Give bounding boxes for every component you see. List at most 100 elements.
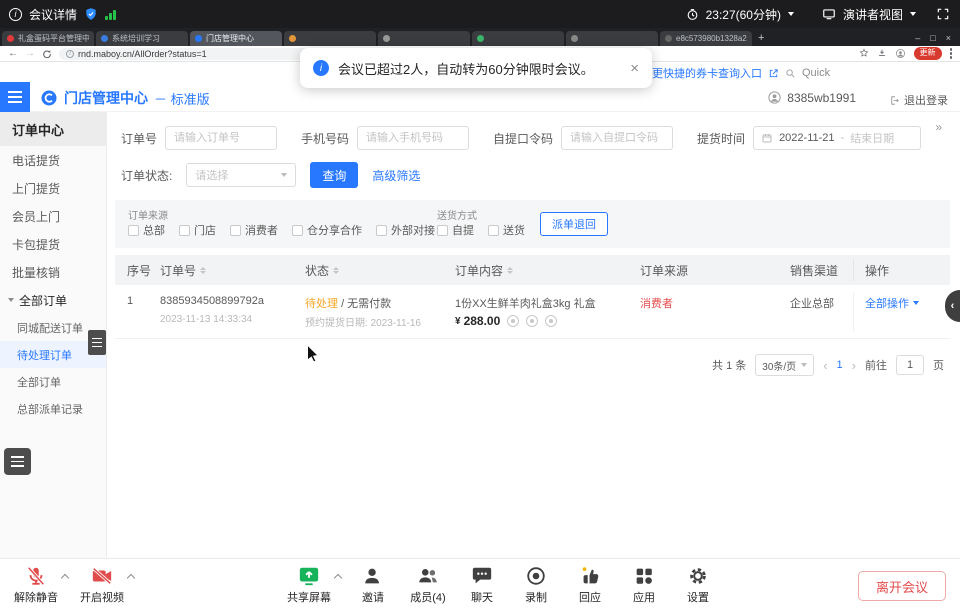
reactions-button[interactable]: 回应 bbox=[561, 565, 619, 605]
browser-tab-active[interactable]: 门店管理中心 bbox=[190, 31, 282, 46]
quick-label[interactable]: Quick bbox=[802, 67, 830, 79]
sidebar-group-all-orders[interactable]: 全部订单 bbox=[0, 286, 106, 314]
new-tab-button[interactable]: + bbox=[758, 32, 764, 44]
toast-close-icon[interactable]: × bbox=[630, 60, 639, 77]
checkbox-external[interactable]: 外部对接 bbox=[376, 222, 435, 238]
goto-page-input[interactable] bbox=[896, 355, 924, 375]
window-minimize-button[interactable]: – bbox=[915, 33, 920, 43]
window-maximize-button[interactable]: □ bbox=[930, 33, 935, 43]
order-status-select[interactable]: 请选择 bbox=[186, 163, 296, 187]
apps-grid-icon bbox=[633, 565, 655, 587]
sidebar-item-card-pickup[interactable]: 卡包提货 bbox=[0, 230, 106, 258]
sidebar-subitem-all-orders[interactable]: 全部订单 bbox=[0, 368, 106, 395]
sort-icon[interactable] bbox=[200, 267, 206, 274]
mouse-cursor bbox=[306, 344, 320, 364]
share-screen-button[interactable]: 共享屏幕 bbox=[280, 565, 338, 605]
sort-icon[interactable] bbox=[333, 267, 339, 274]
pickup-code-input[interactable] bbox=[561, 126, 673, 150]
shield-check-icon[interactable] bbox=[84, 7, 98, 21]
settings-button[interactable]: 设置 bbox=[669, 565, 727, 605]
meeting-toolbar: 解除静音 开启视频 共享屏幕 邀请 bbox=[0, 558, 960, 610]
unmute-button[interactable]: 解除静音 bbox=[7, 565, 65, 605]
url-field[interactable]: i rnd.maboy.cn/AllOrder?status=1 bbox=[59, 48, 339, 60]
app-menu-toggle[interactable] bbox=[0, 82, 30, 112]
browser-tab[interactable]: 系统培训学习 bbox=[96, 31, 188, 46]
floating-list-widget[interactable] bbox=[4, 448, 31, 475]
column-divider bbox=[853, 259, 854, 281]
chrome-update-button[interactable]: 更新 bbox=[914, 47, 942, 59]
meeting-info-icon[interactable]: i bbox=[9, 8, 22, 21]
profile-avatar-icon[interactable] bbox=[895, 48, 906, 59]
site-info-icon[interactable]: i bbox=[66, 50, 74, 58]
members-button[interactable]: 成员(4) bbox=[399, 565, 457, 605]
back-icon[interactable]: ← bbox=[8, 49, 18, 59]
browser-tab[interactable]: e8c573980b1328a258fd2e6ii bbox=[660, 31, 752, 46]
prev-page-button[interactable]: ‹ bbox=[823, 358, 827, 373]
browser-tab[interactable] bbox=[284, 31, 376, 46]
gear-icon bbox=[687, 565, 709, 587]
pagination-total: 共 1 条 bbox=[712, 357, 746, 373]
drag-handle-widget[interactable] bbox=[88, 330, 106, 355]
sidebar-item-batch-verify[interactable]: 批量核销 bbox=[0, 258, 106, 286]
order-content-icon[interactable] bbox=[526, 315, 538, 327]
date-start-value: 2022-11-21 bbox=[779, 132, 834, 144]
checkbox-store[interactable]: 门店 bbox=[179, 222, 216, 238]
checkbox-hq[interactable]: 总部 bbox=[128, 222, 165, 238]
current-page[interactable]: 1 bbox=[837, 359, 843, 371]
quick-entry-link[interactable]: 更快捷的券卡查询入口 bbox=[652, 65, 762, 81]
app-logo: 门店管理中心 － 标准版 bbox=[40, 88, 210, 108]
browser-tab[interactable] bbox=[378, 31, 470, 46]
forward-icon[interactable]: → bbox=[25, 49, 35, 59]
logout-button[interactable]: 退出登录 bbox=[889, 92, 948, 108]
sidebar-item-door-pickup[interactable]: 上门提货 bbox=[0, 174, 106, 202]
panel-collapse-icon[interactable]: » bbox=[935, 120, 942, 134]
order-no-input[interactable] bbox=[165, 126, 277, 150]
advanced-filter-link[interactable]: 高级筛选 bbox=[372, 167, 420, 184]
sidebar-item-phone-pickup[interactable]: 电话提货 bbox=[0, 146, 106, 174]
next-page-button[interactable]: › bbox=[852, 358, 856, 373]
search-button[interactable]: 查询 bbox=[310, 162, 358, 188]
column-content[interactable]: 订单内容 bbox=[455, 255, 513, 285]
meeting-details-label[interactable]: 会议详情 bbox=[29, 6, 77, 23]
browser-tab[interactable]: 礼盒蛋码平台管理中心 bbox=[2, 31, 94, 46]
phone-input[interactable] bbox=[357, 126, 469, 150]
page-size-select[interactable]: 30条/页 bbox=[755, 354, 814, 376]
view-mode-label[interactable]: 演讲者视图 bbox=[843, 6, 903, 23]
checkbox-self-pickup[interactable]: 自提 bbox=[437, 222, 474, 238]
checkbox-delivery[interactable]: 送货 bbox=[488, 222, 525, 238]
browser-tab[interactable] bbox=[566, 31, 658, 46]
apps-button[interactable]: 应用 bbox=[615, 565, 673, 605]
sidebar-item-member-visit[interactable]: 会员上门 bbox=[0, 202, 106, 230]
username: 8385wb1991 bbox=[787, 91, 856, 105]
page-unit-label: 页 bbox=[933, 357, 944, 373]
leave-meeting-button[interactable]: 离开会议 bbox=[858, 571, 946, 601]
fullscreen-icon[interactable] bbox=[936, 7, 950, 21]
order-content-icon[interactable] bbox=[545, 315, 557, 327]
window-close-button[interactable]: × bbox=[946, 33, 951, 43]
view-mode-dropdown-icon[interactable] bbox=[910, 12, 916, 16]
sort-icon[interactable] bbox=[507, 267, 513, 274]
column-status[interactable]: 状态 bbox=[305, 255, 339, 285]
column-order-no[interactable]: 订单号 bbox=[160, 255, 206, 285]
chat-button[interactable]: 聊天 bbox=[453, 565, 511, 605]
checkbox-consumer[interactable]: 消费者 bbox=[230, 222, 278, 238]
sidebar-subitem-hq-dispatch[interactable]: 总部派单记录 bbox=[0, 395, 106, 422]
browser-menu-icon[interactable] bbox=[950, 48, 953, 59]
chevron-down-icon bbox=[801, 363, 807, 367]
row-action-dropdown[interactable]: 全部操作 bbox=[865, 295, 919, 311]
invite-button[interactable]: 邀请 bbox=[344, 565, 402, 605]
timer-dropdown-icon[interactable] bbox=[788, 12, 794, 16]
user-account[interactable]: 8385wb1991 bbox=[767, 90, 856, 105]
download-icon[interactable] bbox=[877, 48, 887, 58]
reload-icon[interactable] bbox=[42, 49, 52, 59]
external-link-icon[interactable] bbox=[768, 68, 779, 79]
browser-tab[interactable] bbox=[472, 31, 564, 46]
order-content-icon[interactable] bbox=[507, 315, 519, 327]
dispatch-return-button[interactable]: 派单退回 bbox=[540, 212, 608, 236]
bookmark-star-icon[interactable] bbox=[859, 48, 869, 58]
timer-icon bbox=[686, 8, 699, 21]
record-button[interactable]: 录制 bbox=[507, 565, 565, 605]
start-video-button[interactable]: 开启视频 bbox=[73, 565, 131, 605]
date-range-picker[interactable]: 2022-11-21 - 结束日期 bbox=[753, 126, 921, 150]
checkbox-warehouse-share[interactable]: 仓分享合作 bbox=[292, 222, 362, 238]
